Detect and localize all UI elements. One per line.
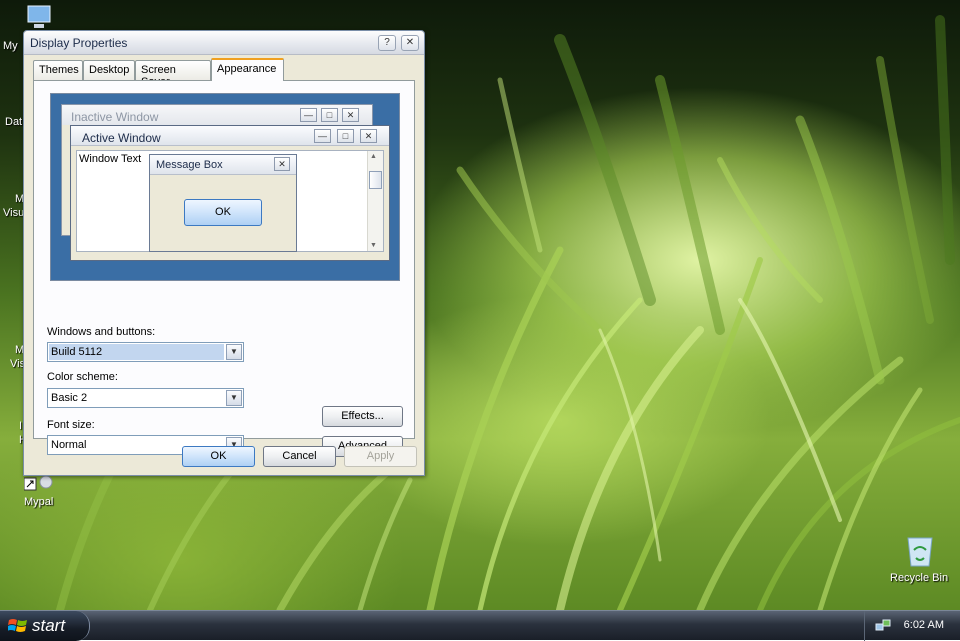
appearance-tab-panel: Inactive Window — □ ✕ Active Window — □ … — [33, 80, 415, 457]
preview-minimize-icon: — — [314, 129, 331, 143]
tab-screen-saver[interactable]: Screen Saver — [135, 60, 211, 88]
desktop-icon-label[interactable]: I — [19, 420, 22, 432]
windows-buttons-select[interactable]: Build 5112 ▼ — [47, 342, 244, 362]
preview-maximize-icon: □ — [321, 108, 338, 122]
message-box-title: Message Box — [156, 159, 223, 171]
help-button[interactable]: ? — [378, 35, 396, 51]
active-window-title: Active Window — [82, 131, 161, 145]
preview-ok-button: OK — [184, 199, 262, 226]
start-button[interactable]: start — [0, 611, 90, 641]
taskbar: start 6:02 AM — [0, 610, 960, 641]
color-scheme-label: Color scheme: — [47, 371, 118, 383]
recycle-bin-icon[interactable] — [902, 532, 938, 568]
scroll-thumb — [369, 171, 382, 189]
ok-button[interactable]: OK — [182, 446, 255, 467]
system-tray: 6:02 AM — [864, 611, 960, 641]
clock[interactable]: 6:02 AM — [904, 619, 944, 631]
start-label: start — [32, 616, 66, 635]
desktop-icon-label[interactable]: My — [3, 40, 18, 52]
tab-themes[interactable]: Themes — [33, 60, 83, 80]
preview-window-content: Window Text ▲ ▼ Message Box ✕ OK — [76, 150, 384, 252]
apply-button[interactable]: Apply — [344, 446, 417, 467]
preview-maximize-icon: □ — [337, 129, 354, 143]
preview-close-icon: ✕ — [274, 157, 290, 171]
title-bar[interactable]: Display Properties ? ✕ — [24, 31, 424, 55]
font-size-label: Font size: — [47, 419, 95, 431]
preview-minimize-icon: — — [300, 108, 317, 122]
preview-scrollbar: ▲ ▼ — [367, 151, 383, 251]
desktop-icon-label[interactable]: Dat — [5, 116, 22, 128]
tab-desktop[interactable]: Desktop — [83, 60, 135, 80]
scroll-up-icon: ▲ — [370, 153, 377, 160]
preview-active-window: Active Window — □ ✕ Window Text ▲ ▼ Mess… — [70, 125, 390, 261]
color-scheme-select[interactable]: Basic 2 ▼ — [47, 388, 244, 408]
chevron-down-icon[interactable]: ▼ — [226, 344, 242, 360]
windows-buttons-label: Windows and buttons: — [47, 326, 156, 338]
color-scheme-value: Basic 2 — [51, 392, 88, 404]
appearance-preview: Inactive Window — □ ✕ Active Window — □ … — [50, 93, 400, 281]
display-properties-window: Display Properties ? ✕ Themes Desktop Sc… — [23, 30, 425, 476]
cancel-button[interactable]: Cancel — [263, 446, 336, 467]
window-text-sample: Window Text — [79, 153, 142, 165]
windows-logo-icon — [8, 619, 27, 632]
font-size-value: Normal — [51, 439, 87, 451]
inactive-window-title: Inactive Window — [71, 110, 159, 124]
network-icon[interactable] — [875, 618, 891, 634]
scroll-down-icon: ▼ — [370, 242, 377, 249]
preview-message-box: Message Box ✕ OK — [149, 154, 297, 252]
my-computer-icon[interactable] — [24, 2, 54, 32]
chevron-down-icon[interactable]: ▼ — [226, 390, 242, 406]
preview-close-icon: ✕ — [342, 108, 359, 122]
effects-button[interactable]: Effects... — [322, 406, 403, 427]
mypal-shortcut-icon[interactable] — [23, 474, 54, 494]
window-title: Display Properties — [30, 36, 128, 50]
desktop-icon-label[interactable]: Mypal — [24, 496, 53, 508]
windows-buttons-value: Build 5112 — [51, 346, 103, 358]
desktop-icon-label[interactable]: Recycle Bin — [890, 572, 948, 584]
close-button[interactable]: ✕ — [401, 35, 419, 51]
tab-appearance[interactable]: Appearance — [211, 58, 284, 81]
desktop-icon-label[interactable]: Visu — [3, 207, 24, 219]
preview-close-icon: ✕ — [360, 129, 377, 143]
